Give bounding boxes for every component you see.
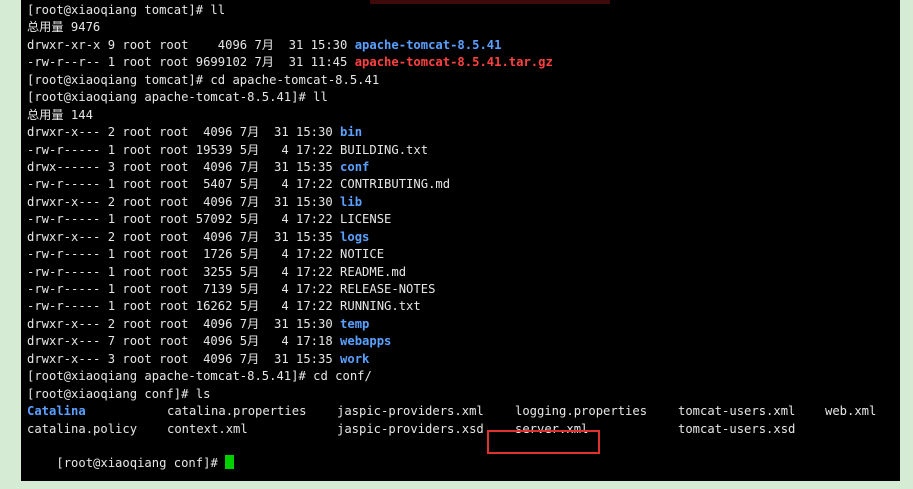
archive-file-name: apache-tomcat-8.5.41.tar.gz [354, 55, 553, 70]
terminal-line: -rw-r----- 1 root root 3255 5月 4 17:22 R… [27, 264, 900, 281]
terminal-line: -rw-r----- 1 root root 1726 5月 4 17:22 N… [27, 246, 900, 263]
line-text: drwxr-x--- 3 root root 4096 7月 31 15:35 [27, 351, 341, 366]
ls-file-entry: logging.properties [515, 404, 648, 419]
cropped-top-text [370, 0, 610, 4]
ls-file-entry: catalina.policy [27, 421, 138, 436]
line-text: drwxr-x--- 2 root root 4096 7月 31 15:35 [27, 229, 341, 244]
line-text: -rw-r----- 1 root root 5407 5月 4 17:22 C… [27, 177, 451, 192]
line-text: [root@xiaoqiang conf]# ls [27, 386, 211, 401]
line-text: -rw-r----- 1 root root 19539 5月 4 17:22 … [27, 142, 429, 157]
terminal-line: -rw-r----- 1 root root 57092 5月 4 17:22 … [27, 211, 900, 228]
directory-name: work [340, 351, 370, 366]
directory-name: temp [340, 316, 370, 331]
terminal-line: drwxr-x--- 2 root root 4096 7月 31 15:30 … [27, 124, 900, 141]
terminal-line: drwxr-x--- 7 root root 4096 5月 4 17:18 w… [27, 333, 900, 350]
ls-row: Catalina catalina.properties jaspic-provid… [27, 403, 900, 420]
terminal-line: [root@xiaoqiang apache-tomcat-8.5.41]# c… [27, 368, 900, 385]
directory-name: conf [340, 159, 370, 174]
line-text: -rw-r--r-- 1 root root 9699102 7月 31 11:… [27, 55, 355, 70]
terminal-line: -rw-r----- 1 root root 5407 5月 4 17:22 C… [27, 176, 900, 193]
line-text: -rw-r----- 1 root root 16262 5月 4 17:22 … [27, 299, 421, 314]
terminal-line: -rw-r----- 1 root root 7139 5月 4 17:22 R… [27, 281, 900, 298]
line-text: drwxr-x--- 2 root root 4096 7月 31 15:30 [27, 194, 341, 209]
terminal-line: [root@xiaoqiang tomcat]# cd apache-tomca… [27, 72, 900, 89]
line-text: [root@xiaoqiang tomcat]# ll [27, 3, 226, 17]
ls-file-entry: web.xml [825, 404, 877, 419]
terminal-line: -rw-r----- 1 root root 16262 5月 4 17:22 … [27, 298, 900, 315]
terminal-line: 总用量 9476 [27, 19, 900, 36]
terminal-line: 总用量 144 [27, 107, 900, 124]
line-text: 总用量 144 [27, 107, 93, 122]
terminal-line: -rw-r----- 1 root root 19539 5月 4 17:22 … [27, 142, 900, 159]
line-text: [root@xiaoqiang apache-tomcat-8.5.41]# c… [27, 369, 372, 384]
terminal-line: drwxr-x--- 2 root root 4096 7月 31 15:30 … [27, 316, 900, 333]
ls-file-entry: tomcat-users.xsd [678, 421, 796, 436]
directory-name: bin [340, 125, 363, 140]
terminal-prompt-line[interactable]: [root@xiaoqiang conf]# [27, 438, 900, 470]
line-text: drwx------ 3 root root 4096 7月 31 15:35 [27, 159, 341, 174]
ls-row: catalina.policy context.xml jaspic-provide… [27, 421, 900, 438]
line-text: [root@xiaoqiang tomcat]# cd apache-tomca… [27, 72, 380, 87]
ls-file-entry: jaspic-providers.xml [337, 404, 484, 419]
ls-file-entry: context.xml [167, 421, 248, 436]
directory-name: webapps [340, 334, 392, 349]
ls-directory-entry: Catalina [27, 404, 86, 419]
line-text: drwxr-x--- 2 root root 4096 7月 31 15:30 [27, 125, 341, 140]
block-cursor-icon [225, 455, 235, 470]
terminal-line: [root@xiaoqiang apache-tomcat-8.5.41]# l… [27, 89, 900, 106]
line-text: -rw-r----- 1 root root 3255 5月 4 17:22 R… [27, 264, 407, 279]
ls-output: Catalina catalina.properties jaspic-provid… [27, 403, 900, 438]
terminal-line: [root@xiaoqiang conf]# ls [27, 386, 900, 403]
ls-file-entry: catalina.properties [167, 404, 307, 419]
terminal-line: -rw-r--r-- 1 root root 9699102 7月 31 11:… [27, 54, 900, 71]
ls-file-entry: jaspic-providers.xsd [337, 421, 484, 436]
directory-name: lib [340, 194, 363, 209]
shell-prompt: [root@xiaoqiang conf]# [56, 456, 226, 471]
terminal-output: [root@xiaoqiang tomcat]# ll 总用量 9476 drwxr… [27, 2, 900, 403]
line-text: -rw-r----- 1 root root 7139 5月 4 17:22 R… [27, 282, 436, 296]
line-text: [root@xiaoqiang apache-tomcat-8.5.41]# l… [27, 90, 328, 105]
ls-file-entry: tomcat-users.xml [678, 404, 796, 419]
ls-file-entry: server.xml [515, 421, 589, 436]
line-text: 总用量 9476 [27, 20, 101, 35]
line-text: -rw-r----- 1 root root 1726 5月 4 17:22 N… [27, 247, 385, 262]
directory-name: apache-tomcat-8.5.41 [354, 37, 502, 52]
line-text: drwxr-xr-x 9 root root 4096 7月 31 15:30 [27, 37, 355, 52]
line-text: -rw-r----- 1 root root 57092 5月 4 17:22 … [27, 212, 392, 227]
line-text: drwxr-x--- 7 root root 4096 5月 4 17:18 [27, 334, 341, 349]
directory-name: logs [340, 229, 370, 244]
terminal-line: drwxr-x--- 2 root root 4096 7月 31 15:30 … [27, 194, 900, 211]
terminal-line: drwxr-xr-x 9 root root 4096 7月 31 15:30 … [27, 37, 900, 54]
line-text: drwxr-x--- 2 root root 4096 7月 31 15:30 [27, 316, 341, 331]
terminal-line: drwx------ 3 root root 4096 7月 31 15:35 … [27, 159, 900, 176]
terminal-line: drwxr-x--- 2 root root 4096 7月 31 15:35 … [27, 229, 900, 246]
terminal-line: drwxr-x--- 3 root root 4096 7月 31 15:35 … [27, 351, 900, 368]
terminal-line: [root@xiaoqiang tomcat]# ll [27, 2, 900, 19]
terminal-window[interactable]: [root@xiaoqiang tomcat]# ll 总用量 9476 drwxr… [21, 0, 900, 481]
